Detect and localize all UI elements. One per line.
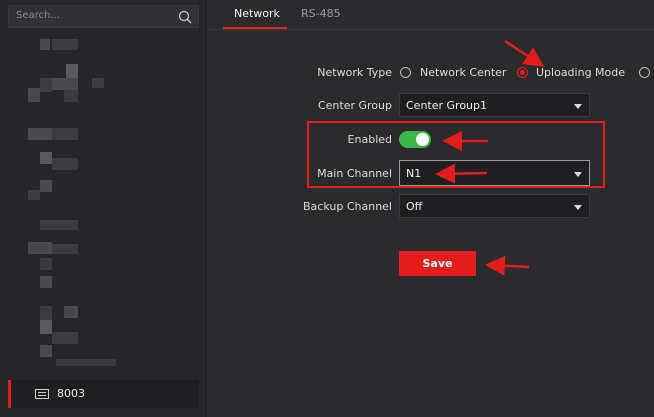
radio-uploading-mode[interactable]: [517, 67, 528, 78]
chevron-down-icon: [574, 104, 582, 109]
backup-channel-select[interactable]: Off: [399, 194, 590, 218]
tab-network[interactable]: Network: [234, 7, 280, 20]
radio-network-center[interactable]: [400, 67, 411, 78]
backup-channel-label: Backup Channel: [303, 200, 392, 213]
radio-uploading-mode-label[interactable]: Uploading Mode: [536, 66, 625, 79]
search-input[interactable]: Search...: [16, 10, 60, 21]
tab-rs485[interactable]: RS-485: [301, 7, 341, 20]
radio-network-center-label[interactable]: Network Center: [420, 66, 506, 79]
center-group-select[interactable]: Center Group1: [399, 93, 590, 117]
device-label: 8003: [57, 387, 85, 400]
main-panel: Network RS-485 Network Type Network Cent…: [208, 0, 654, 417]
radio-third-option[interactable]: [639, 67, 650, 78]
search-icon[interactable]: [178, 10, 192, 24]
chevron-down-icon: [574, 205, 582, 210]
search-box[interactable]: Search...: [8, 5, 199, 28]
network-type-label: Network Type: [317, 66, 392, 79]
save-button[interactable]: Save: [399, 251, 476, 276]
active-tab-indicator: [223, 27, 287, 29]
annotation-highlight-box: [307, 121, 605, 188]
sidebar-item-device[interactable]: 8003: [8, 380, 199, 408]
device-icon: [35, 389, 49, 399]
backup-channel-value: Off: [406, 200, 423, 213]
center-group-value: Center Group1: [406, 99, 488, 112]
tab-bar: Network RS-485: [208, 0, 654, 30]
device-sidebar: Search... 8003: [0, 0, 207, 417]
center-group-label: Center Group: [317, 99, 392, 112]
